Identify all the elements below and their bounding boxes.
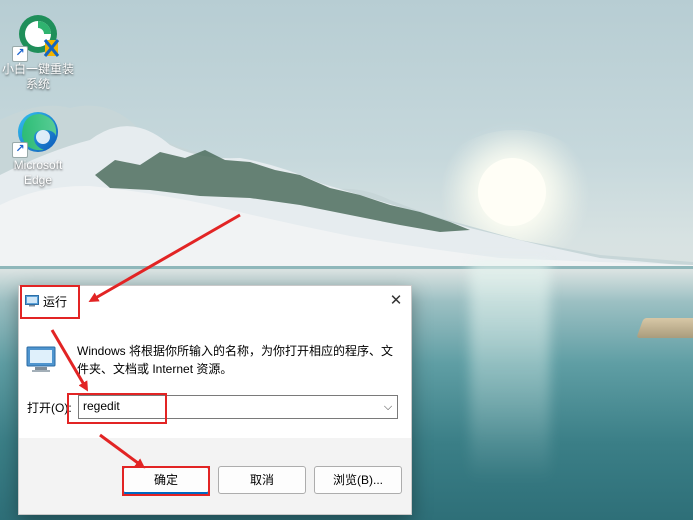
sandbar xyxy=(636,318,693,338)
highlight-ok xyxy=(122,466,210,496)
cancel-button[interactable]: 取消 xyxy=(218,466,306,494)
desktop-icon-label: 小白一键重装 xyxy=(1,62,74,76)
chevron-down-icon[interactable]: ⌵ xyxy=(379,396,397,418)
browse-button[interactable]: 浏览(B)... xyxy=(314,466,402,494)
desktop-icon-label: Microsoft xyxy=(13,158,63,172)
shortcut-arrow-icon: ↗ xyxy=(12,142,28,158)
edge-browser-icon: ↗ xyxy=(12,108,62,158)
run-large-icon xyxy=(26,346,56,379)
shortcut-arrow-icon: ↗ xyxy=(12,46,28,62)
xiaobai-reinstall-icon: ↗ xyxy=(12,12,62,62)
desktop-icon-xiaobai[interactable]: ↗ 小白一键重装 系统 xyxy=(0,12,76,92)
open-label: 打开(O): xyxy=(27,401,72,415)
desktop-icon-label: 系统 xyxy=(25,77,50,91)
sun-reflection xyxy=(470,262,550,482)
desktop-icon-label: Edge xyxy=(23,173,53,187)
desktop-icon-edge[interactable]: ↗ Microsoft Edge xyxy=(0,108,76,188)
highlight-title xyxy=(20,285,80,319)
highlight-input xyxy=(67,393,167,424)
close-button[interactable]: ✕ xyxy=(381,286,411,316)
dialog-description: Windows 将根据你所输入的名称，为你打开相应的程序、文件夹、文档或 Int… xyxy=(77,344,394,376)
